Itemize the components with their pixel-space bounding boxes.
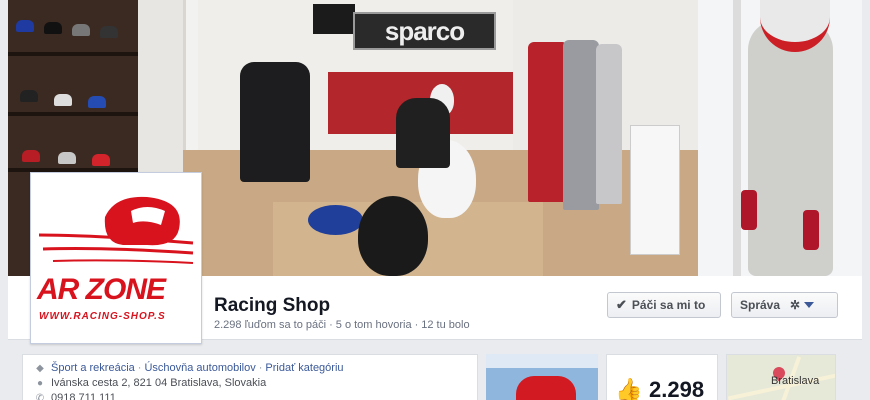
likes-box[interactable]: 👍 2.298 bbox=[606, 354, 718, 400]
photo-tent bbox=[516, 376, 576, 400]
manage-button-label: Správa bbox=[740, 298, 781, 312]
thumbs-up-icon: 👍 bbox=[615, 377, 643, 400]
category-link[interactable]: Úschovňa automobilov bbox=[144, 362, 255, 374]
phone-row: ✆ 0918 711 111 bbox=[35, 392, 116, 400]
cover-blue-ring bbox=[308, 205, 363, 235]
tag-icon: ◆ bbox=[36, 362, 44, 374]
category-row: ◆ Šport a rekreácia · Úschovňa automobilo… bbox=[36, 362, 344, 374]
gear-icon: ✲ bbox=[790, 298, 801, 312]
photos-thumbnail[interactable] bbox=[486, 354, 598, 400]
like-button[interactable]: ✔ Páči sa mi to bbox=[607, 292, 721, 318]
cover-sparco-sign: sparco bbox=[353, 12, 496, 50]
map-thumbnail[interactable]: Bratislava bbox=[726, 354, 836, 400]
about-box: ◆ Šport a rekreácia · Úschovňa automobilo… bbox=[22, 354, 478, 400]
profile-picture[interactable]: AR ZONE WWW.RACING-SHOP.S bbox=[30, 172, 202, 344]
manage-button[interactable]: Správa ✲ bbox=[731, 292, 838, 318]
likes-count: 2.298 bbox=[649, 377, 705, 400]
talking-stat[interactable]: 5 o tom hovoria bbox=[336, 319, 412, 331]
location-pin-icon: ● bbox=[36, 377, 44, 389]
chevron-down-icon bbox=[804, 302, 815, 308]
cover-dark-panel bbox=[313, 4, 355, 34]
likes-stat[interactable]: 2.298 ľuďom sa to páči bbox=[214, 319, 326, 331]
add-category-link[interactable]: Pridať kategóriu bbox=[265, 362, 343, 374]
page-stats: 2.298 ľuďom sa to páči · 5 o tom hovoria · 1… bbox=[214, 319, 470, 331]
cover-jackets bbox=[240, 62, 310, 182]
address-row: ● Ivánska cesta 2, 821 04 Bratislava, Sl… bbox=[35, 377, 266, 389]
were-here-stat[interactable]: 12 tu bolo bbox=[421, 319, 469, 331]
cover-radiator bbox=[630, 125, 680, 255]
cover-mannequin bbox=[748, 20, 833, 276]
profile-logo: AR ZONE WWW.RACING-SHOP.S bbox=[35, 177, 197, 339]
phone-icon: ✆ bbox=[35, 392, 45, 400]
phone-text: 0918 711 111 bbox=[51, 392, 116, 400]
logo-url: WWW.RACING-SHOP.S bbox=[39, 311, 166, 322]
cover-balaclava-head bbox=[358, 196, 428, 276]
address-text: Ivánska cesta 2, 821 04 Bratislava, Slov… bbox=[51, 377, 267, 389]
cover-suit-rack bbox=[528, 42, 568, 202]
category-link[interactable]: Šport a rekreácia bbox=[51, 362, 135, 374]
cover-glove bbox=[741, 190, 757, 230]
check-icon: ✔ bbox=[616, 297, 627, 312]
like-button-label: Páči sa mi to bbox=[631, 298, 706, 312]
logo-wordmark: AR ZONE bbox=[37, 273, 166, 306]
page-title[interactable]: Racing Shop bbox=[214, 295, 330, 317]
map-city-label: Bratislava bbox=[771, 375, 820, 387]
